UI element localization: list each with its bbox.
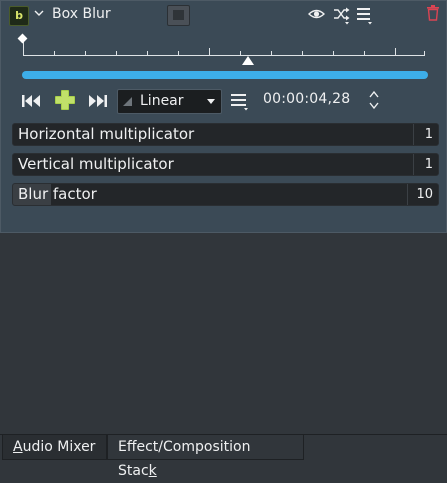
timecode-spinner-icon[interactable] — [369, 89, 379, 111]
ruler-tick — [395, 48, 396, 56]
ruler-tick — [271, 51, 272, 56]
previous-keyframe-icon[interactable] — [21, 94, 43, 108]
next-keyframe-icon[interactable] — [86, 94, 108, 108]
param-value: 1 — [424, 127, 433, 142]
tab-audio-mixer[interactable]: Audio Mixer — [2, 435, 107, 460]
tab-accelerator: A — [13, 439, 23, 455]
tab-effect-composition-stack[interactable]: Effect/Composition Stack — [107, 435, 304, 479]
chevron-down-icon[interactable] — [34, 10, 44, 17]
options-menu-icon[interactable] — [230, 92, 250, 112]
add-keyframe-icon[interactable] — [54, 89, 76, 111]
ruler-tick — [333, 51, 334, 56]
dropdown-arrow-icon — [207, 99, 215, 104]
ruler-tick — [364, 51, 365, 56]
effect-enable-badge[interactable]: b — [9, 6, 29, 26]
keyframe-timeline[interactable] — [17, 33, 425, 65]
keyframe-marker[interactable] — [17, 33, 28, 44]
interpolation-value: Linear — [140, 93, 184, 109]
keyframe-toolbar: Linear 00:00:04,28 — [1, 87, 446, 115]
effect-panel: b Box Blur Linear 00:00:04,28 Horizontal… — [0, 0, 447, 233]
shuffle-icon[interactable] — [333, 5, 351, 25]
param-value: 10 — [416, 187, 433, 202]
interpolation-select[interactable]: Linear — [117, 89, 222, 114]
param-label: Vertical multiplicator — [18, 155, 174, 173]
effect-title: Box Blur — [52, 6, 111, 22]
ruler-tick — [424, 51, 425, 56]
ruler-tick — [178, 51, 179, 56]
interpolation-ramp-icon — [123, 97, 132, 106]
param-label: Blur factor — [18, 185, 97, 203]
param-value: 1 — [424, 157, 433, 172]
timecode-field[interactable]: 00:00:04,28 — [263, 91, 350, 107]
timeline-position-bar[interactable] — [22, 71, 428, 79]
param-blur-factor[interactable]: Blur factor 10 — [12, 183, 439, 206]
trash-icon[interactable] — [426, 5, 440, 21]
ruler-tick — [209, 48, 210, 56]
ruler-tick — [116, 51, 117, 56]
ruler-tick — [147, 51, 148, 56]
bottom-tab-bar: Audio Mixer Effect/Composition Stack — [0, 434, 447, 479]
ruler-tick — [302, 51, 303, 56]
ruler-tick — [240, 51, 241, 56]
param-horizontal-multiplicator[interactable]: Horizontal multiplicator 1 — [12, 123, 439, 146]
param-vertical-multiplicator[interactable]: Vertical multiplicator 1 — [12, 153, 439, 176]
param-label: Horizontal multiplicator — [18, 125, 195, 143]
compare-split-icon — [173, 10, 184, 20]
ruler-tick — [54, 51, 55, 56]
playhead-marker[interactable] — [242, 56, 255, 65]
ruler-tick — [23, 51, 24, 56]
tab-label: Effect/Composition Stac — [118, 439, 251, 479]
eye-icon[interactable] — [308, 5, 325, 23]
effect-header: b Box Blur — [1, 1, 446, 28]
tab-label: udio Mixer — [22, 439, 96, 455]
hamburger-menu-icon[interactable] — [356, 5, 374, 25]
compare-button[interactable] — [167, 5, 190, 26]
tab-accelerator: k — [148, 463, 157, 479]
ruler-tick — [85, 51, 86, 56]
